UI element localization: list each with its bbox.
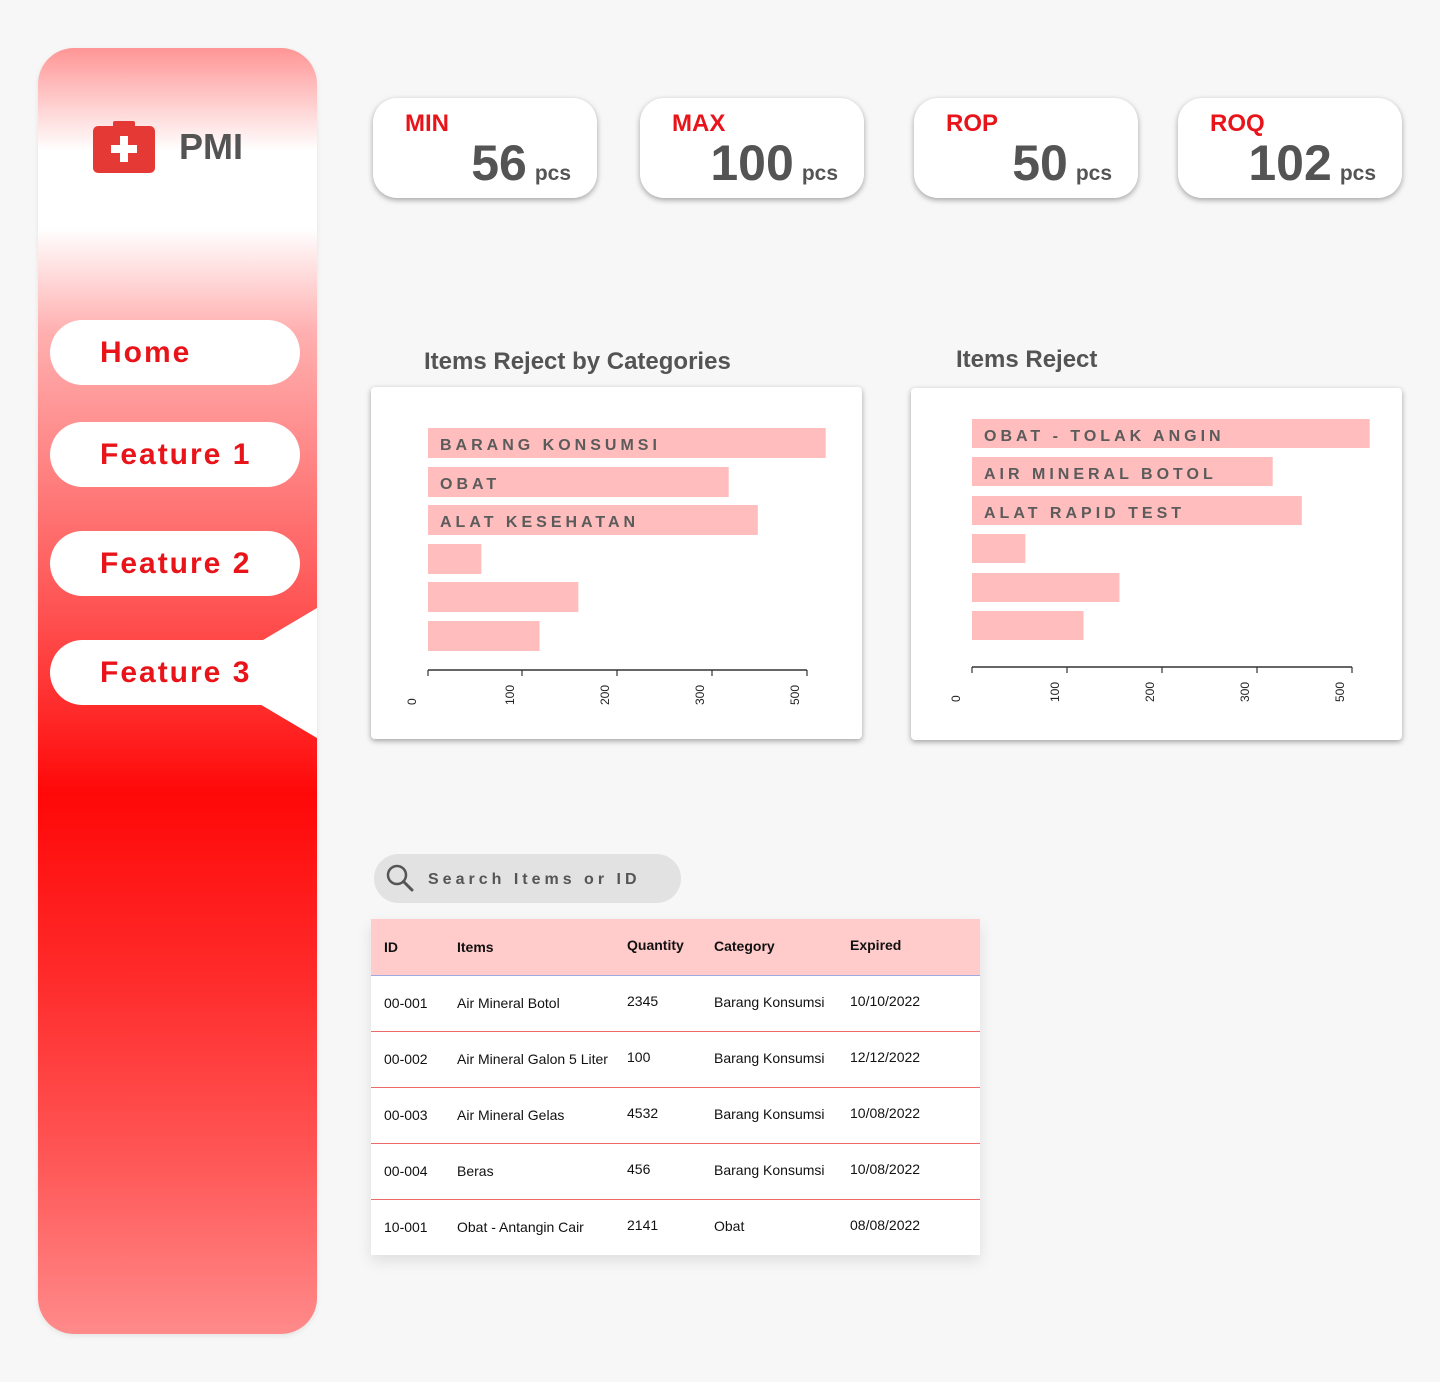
chart-bar-label: BARANG KONSUMSI <box>440 437 661 454</box>
kpi-value-group: 102 pcs <box>1248 134 1376 192</box>
chart-title-items: Items Reject <box>956 346 1098 373</box>
kpi-value: 100 <box>710 135 794 191</box>
x-tick-label: 500 <box>788 685 802 705</box>
kpi-rop-card: ROP 50 pcs <box>914 98 1138 198</box>
kpi-value-group: 56 pcs <box>471 134 571 192</box>
cell-id: 00-004 <box>384 1163 428 1179</box>
kpi-unit: pcs <box>534 162 571 185</box>
cell-quantity: 2345 <box>627 993 659 1009</box>
x-tick-label: 100 <box>1048 682 1062 702</box>
kpi-unit: pcs <box>1339 162 1376 185</box>
kpi-value: 56 <box>471 135 527 191</box>
chart-categories: BARANG KONSUMSI OBAT ALAT KESEHATAN 0 100 200… <box>371 387 862 739</box>
kpi-unit: pcs <box>801 162 838 185</box>
chart-items: OBAT - TOLAK ANGIN AIR MINERAL BOTOL ALAT … <box>911 388 1402 740</box>
cell-category: Barang Konsumsi <box>714 994 825 1010</box>
cell-id: 10-001 <box>384 1219 428 1235</box>
cell-expired: 10/10/2022 <box>850 993 921 1009</box>
first-aid-kit-icon <box>93 121 155 173</box>
cell-quantity: 2141 <box>627 1217 659 1233</box>
chart-bar <box>428 621 540 651</box>
table-row[interactable]: 10-001 Obat - Antangin Cair 2141 Obat 08/08/… <box>371 1200 980 1255</box>
col-header-category[interactable]: Category <box>714 938 775 954</box>
cell-category: Barang Konsumsi <box>714 1162 825 1178</box>
search-icon <box>386 864 414 892</box>
cell-expired: 08/08/2022 <box>850 1217 921 1233</box>
sidebar: PMI Home Feature 1 Feature 2 Feature 3 <box>38 48 317 1334</box>
table-row[interactable]: 00-003 Air Mineral Gelas 4532 Barang Konsum… <box>371 1088 980 1144</box>
cell-expired: 10/08/2022 <box>850 1161 921 1177</box>
chart-bar-label: OBAT <box>440 476 500 493</box>
chart-bar-label: OBAT - TOLAK ANGIN <box>984 428 1225 445</box>
cell-id: 00-003 <box>384 1107 428 1123</box>
kpi-min-card: MIN 56 pcs <box>373 98 597 198</box>
kpi-roq-card: ROQ 102 pcs <box>1178 98 1402 198</box>
col-header-quantity[interactable]: Quantity <box>627 937 684 953</box>
cell-category: Barang Konsumsi <box>714 1106 825 1122</box>
chart-bar <box>428 544 482 574</box>
brand-name: PMI <box>179 126 244 167</box>
chart-items-svg: OBAT - TOLAK ANGIN AIR MINERAL BOTOL ALAT … <box>949 419 1370 702</box>
chart-bar <box>972 573 1120 602</box>
chart-categories-svg: BARANG KONSUMSI OBAT ALAT KESEHATAN 0 100 200… <box>405 428 826 705</box>
col-header-expired[interactable]: Expired <box>850 937 901 953</box>
kpi-value-group: 100 pcs <box>710 134 838 192</box>
cell-quantity: 100 <box>627 1049 651 1065</box>
chart-bar <box>428 582 579 612</box>
table-header: ID Items Quantity Category Expired <box>371 919 980 976</box>
cell-quantity: 4532 <box>627 1105 659 1121</box>
x-tick-label: 200 <box>1143 682 1157 702</box>
cell-item: Air Mineral Gelas <box>457 1107 565 1123</box>
chart-bar <box>972 534 1026 563</box>
cell-item: Obat - Antangin Cair <box>457 1219 584 1235</box>
search-bar[interactable] <box>374 854 681 905</box>
col-header-items[interactable]: Items <box>457 939 494 955</box>
chart-bar <box>972 611 1084 640</box>
chart-bar-label: ALAT RAPID TEST <box>984 505 1185 522</box>
x-tick-label: 0 <box>405 698 419 705</box>
x-tick-label: 300 <box>693 685 707 705</box>
x-tick-label: 200 <box>598 685 612 705</box>
nav-feature-3[interactable]: Feature 3 <box>50 640 300 705</box>
table-row[interactable]: 00-002 Air Mineral Galon 5 Liter 100 Barang… <box>371 1032 980 1088</box>
table-row[interactable]: 00-004 Beras 456 Barang Konsumsi 10/08/2022 <box>371 1144 980 1200</box>
chart-bar-label: AIR MINERAL BOTOL <box>984 466 1217 483</box>
cell-item: Air Mineral Galon 5 Liter <box>457 1051 608 1067</box>
kpi-value-group: 50 pcs <box>1012 134 1112 192</box>
x-tick-label: 500 <box>1333 682 1347 702</box>
cell-id: 00-002 <box>384 1051 428 1067</box>
chart-title-categories: Items Reject by Categories <box>424 348 731 375</box>
x-tick-label: 0 <box>949 695 963 702</box>
table-row[interactable]: 00-001 Air Mineral Botol 2345 Barang Konsu… <box>371 976 980 1032</box>
cell-expired: 12/12/2022 <box>850 1049 921 1065</box>
items-table: ID Items Quantity Category Expired 00-00… <box>371 919 980 1255</box>
nav-feature-2[interactable]: Feature 2 <box>50 531 300 596</box>
kpi-value: 50 <box>1012 135 1068 191</box>
nav-home[interactable]: Home <box>50 320 300 385</box>
cell-item: Beras <box>457 1163 494 1179</box>
cell-id: 00-001 <box>384 995 428 1011</box>
x-tick-label: 100 <box>503 685 517 705</box>
kpi-label: MIN <box>405 110 449 137</box>
nav-feature-1[interactable]: Feature 1 <box>50 422 300 487</box>
chart-bar-label: ALAT KESEHATAN <box>440 514 639 531</box>
col-header-id[interactable]: ID <box>384 939 398 955</box>
kpi-unit: pcs <box>1075 162 1112 185</box>
cell-category: Obat <box>714 1218 745 1234</box>
search-input[interactable] <box>426 854 670 905</box>
x-tick-label: 300 <box>1238 682 1252 702</box>
cell-expired: 10/08/2022 <box>850 1105 921 1121</box>
kpi-max-card: MAX 100 pcs <box>640 98 864 198</box>
kpi-label: ROP <box>946 110 999 137</box>
cell-quantity: 456 <box>627 1161 651 1177</box>
cell-category: Barang Konsumsi <box>714 1050 825 1066</box>
kpi-value: 102 <box>1248 135 1332 191</box>
cell-item: Air Mineral Botol <box>457 995 560 1011</box>
